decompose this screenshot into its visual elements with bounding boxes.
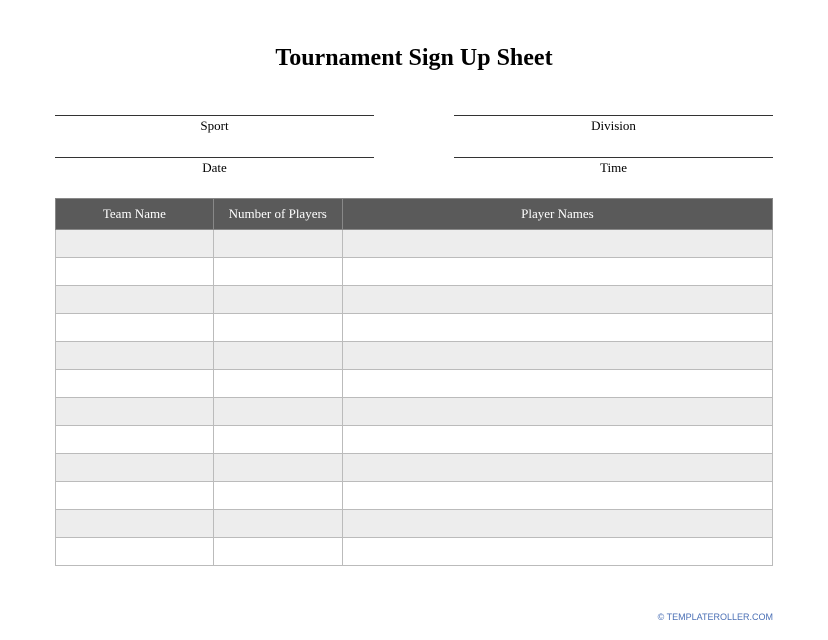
table-cell[interactable] — [342, 482, 772, 510]
table-row — [56, 314, 773, 342]
table-row — [56, 230, 773, 258]
header-player-names: Player Names — [342, 199, 772, 230]
table-cell[interactable] — [342, 454, 772, 482]
table-cell[interactable] — [56, 454, 214, 482]
table-cell[interactable] — [56, 482, 214, 510]
field-division-label: Division — [591, 118, 636, 134]
field-date-label: Date — [202, 160, 227, 176]
table-cell[interactable] — [213, 370, 342, 398]
table-row — [56, 482, 773, 510]
field-sport: Sport — [55, 100, 374, 134]
table-row — [56, 258, 773, 286]
table-cell[interactable] — [56, 426, 214, 454]
table-cell[interactable] — [342, 230, 772, 258]
table-cell[interactable] — [342, 286, 772, 314]
table-cell[interactable] — [56, 370, 214, 398]
table-row — [56, 342, 773, 370]
table-cell[interactable] — [213, 398, 342, 426]
table-cell[interactable] — [342, 510, 772, 538]
table-row — [56, 538, 773, 566]
table-cell[interactable] — [213, 538, 342, 566]
table-row — [56, 510, 773, 538]
table-row — [56, 370, 773, 398]
info-fields: Sport Division Date Time — [55, 100, 773, 176]
field-time-label: Time — [600, 160, 627, 176]
page-title: Tournament Sign Up Sheet — [55, 45, 773, 72]
table-cell[interactable] — [213, 286, 342, 314]
table-cell[interactable] — [342, 538, 772, 566]
table-cell[interactable] — [213, 230, 342, 258]
table-cell[interactable] — [342, 398, 772, 426]
field-time: Time — [454, 142, 773, 176]
table-cell[interactable] — [342, 258, 772, 286]
table-row — [56, 398, 773, 426]
field-sport-label: Sport — [200, 118, 228, 134]
table-cell[interactable] — [213, 258, 342, 286]
table-cell[interactable] — [213, 342, 342, 370]
table-cell[interactable] — [56, 286, 214, 314]
field-date-line[interactable] — [55, 142, 374, 158]
header-team-name: Team Name — [56, 199, 214, 230]
table-cell[interactable] — [342, 370, 772, 398]
table-row — [56, 426, 773, 454]
table-cell[interactable] — [342, 426, 772, 454]
table-cell[interactable] — [56, 314, 214, 342]
table-cell[interactable] — [56, 398, 214, 426]
footer-attribution: © TEMPLATEROLLER.COM — [658, 612, 773, 622]
table-cell[interactable] — [213, 510, 342, 538]
table-cell[interactable] — [213, 482, 342, 510]
fields-row-2: Date Time — [55, 142, 773, 176]
table-cell[interactable] — [56, 258, 214, 286]
field-division: Division — [454, 100, 773, 134]
field-time-line[interactable] — [454, 142, 773, 158]
table-cell[interactable] — [56, 230, 214, 258]
table-cell[interactable] — [56, 510, 214, 538]
field-sport-line[interactable] — [55, 100, 374, 116]
table-row — [56, 454, 773, 482]
table-cell[interactable] — [213, 426, 342, 454]
table-cell[interactable] — [342, 342, 772, 370]
table-cell[interactable] — [213, 314, 342, 342]
field-division-line[interactable] — [454, 100, 773, 116]
table-row — [56, 286, 773, 314]
fields-row-1: Sport Division — [55, 100, 773, 134]
table-header-row: Team Name Number of Players Player Names — [56, 199, 773, 230]
table-cell[interactable] — [56, 538, 214, 566]
signup-table: Team Name Number of Players Player Names — [55, 198, 773, 566]
table-cell[interactable] — [342, 314, 772, 342]
table-cell[interactable] — [56, 342, 214, 370]
header-number-players: Number of Players — [213, 199, 342, 230]
field-date: Date — [55, 142, 374, 176]
table-cell[interactable] — [213, 454, 342, 482]
